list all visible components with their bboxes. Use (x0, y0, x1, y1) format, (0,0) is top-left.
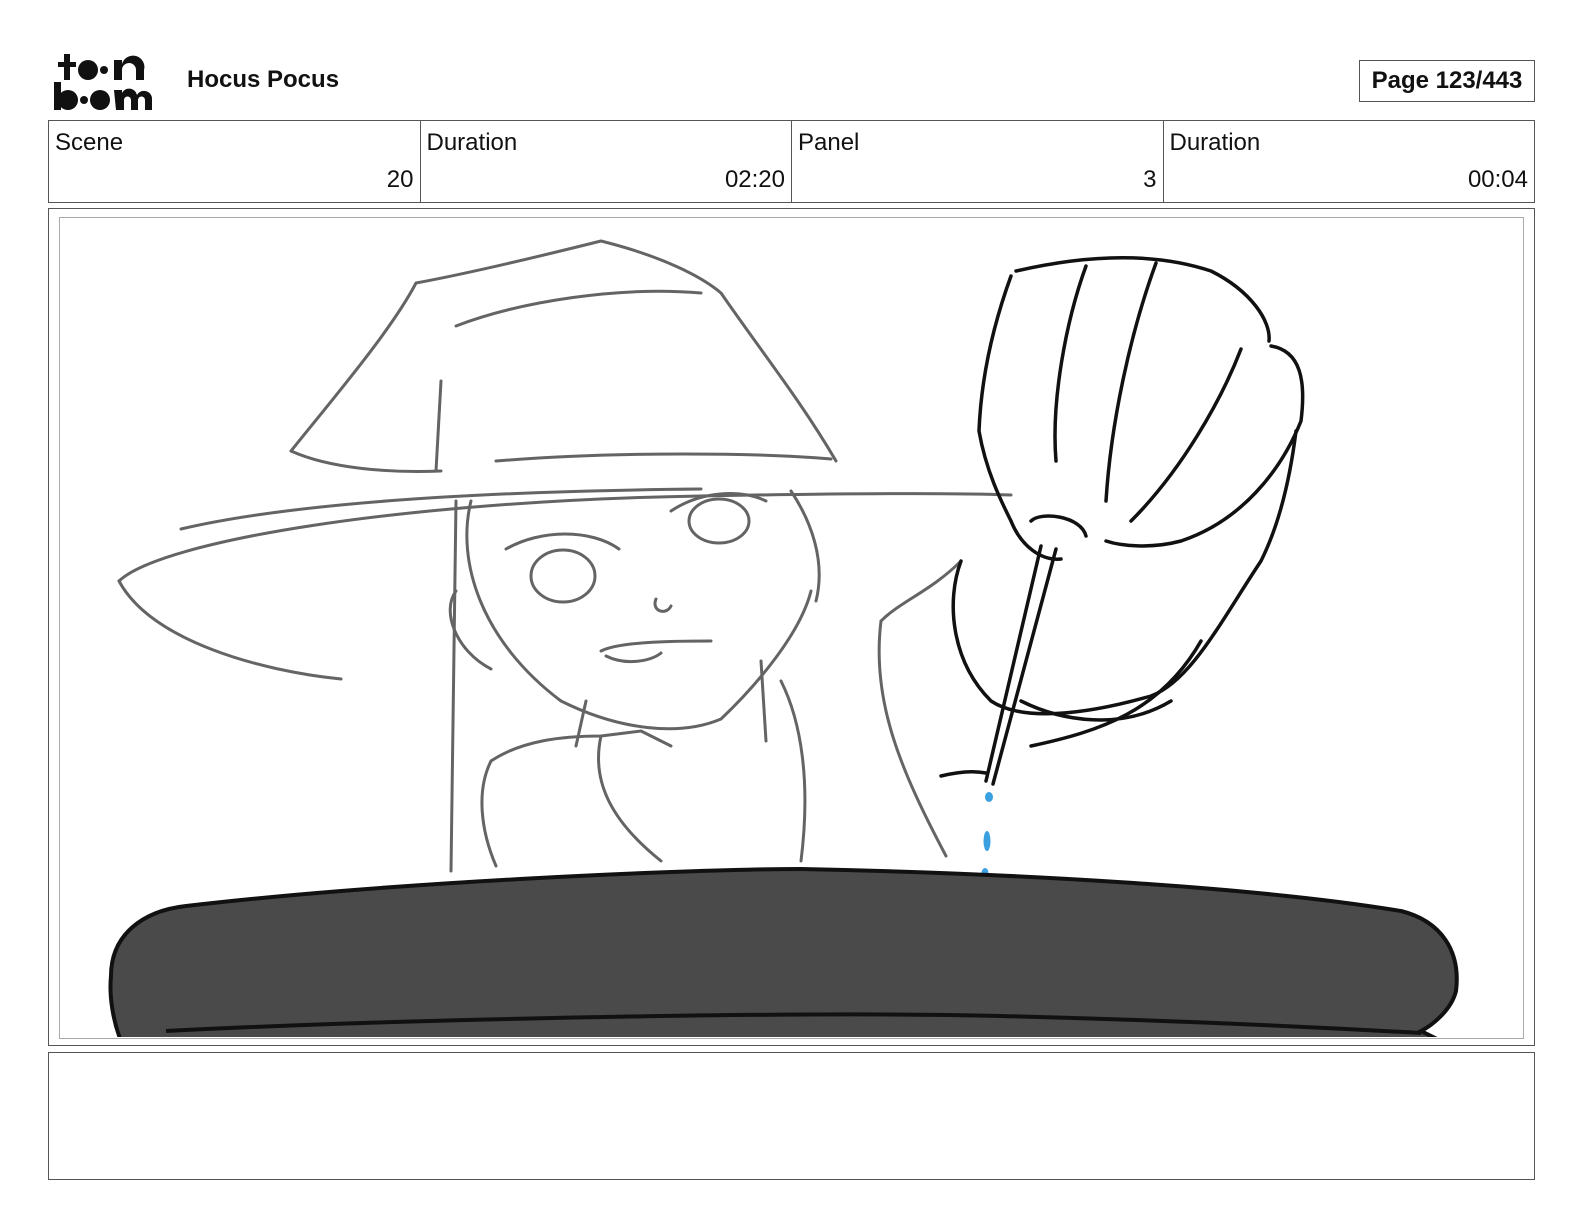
project-title: Hocus Pocus (187, 66, 340, 93)
panel-cell: Panel 3 (792, 121, 1164, 202)
page-indicator: Page 123/443 (1359, 60, 1535, 102)
toonboom-logo (52, 52, 164, 112)
scene-value: 20 (386, 166, 414, 193)
panel-notes (48, 1052, 1535, 1180)
scene-duration-cell: Duration 02:20 (421, 121, 792, 202)
panel-duration-label: Duration (1169, 129, 1261, 156)
scene-duration-label: Duration (426, 129, 518, 156)
scene-info-table: Scene 20 Duration 02:20 Panel 3 Duration… (48, 120, 1535, 203)
panel-value: 3 (1143, 166, 1157, 193)
scene-duration-value: 02:20 (724, 166, 785, 193)
panel-label: Panel (798, 129, 860, 156)
panel-duration-value: 00:04 (1467, 166, 1528, 193)
scene-label: Scene (55, 129, 124, 156)
scene-cell: Scene 20 (49, 121, 421, 202)
storyboard-sketch-icon (108, 239, 1459, 1037)
storyboard-panel-image (59, 217, 1524, 1039)
panel-duration-cell: Duration 00:04 (1164, 121, 1535, 202)
drop-icon (981, 792, 993, 878)
